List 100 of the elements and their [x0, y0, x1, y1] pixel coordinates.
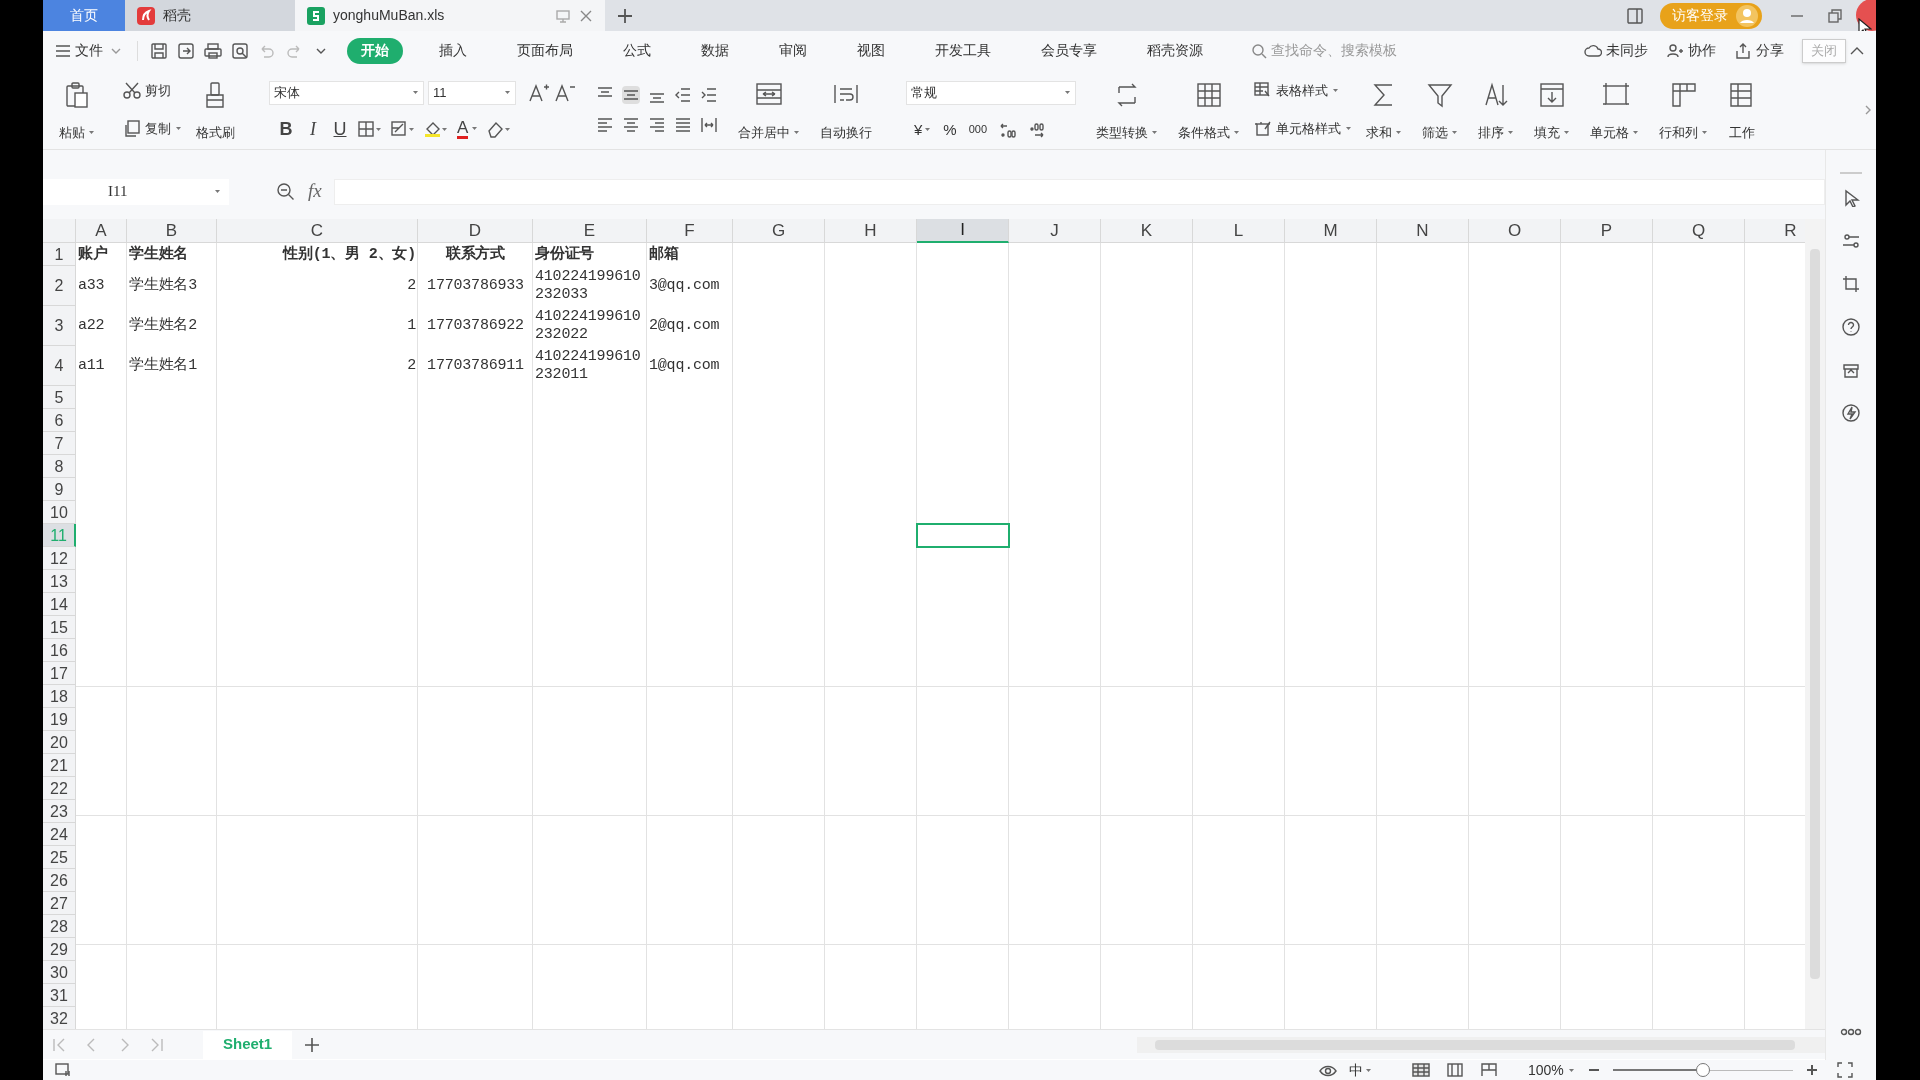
- format-button[interactable]: B: [277, 119, 295, 138]
- column-header[interactable]: E: [533, 219, 647, 243]
- row-header[interactable]: 28: [43, 915, 76, 938]
- name-box[interactable]: I11: [43, 178, 229, 205]
- row-header[interactable]: 25: [43, 846, 76, 869]
- row-header[interactable]: 2: [43, 266, 76, 306]
- row-header[interactable]: 3: [43, 306, 76, 346]
- chevron-right-icon[interactable]: [1864, 103, 1872, 116]
- row-header[interactable]: 15: [43, 616, 76, 639]
- row-header[interactable]: 16: [43, 639, 76, 662]
- ribbon-button[interactable]: 行和列: [1652, 76, 1715, 143]
- column-header[interactable]: B: [127, 219, 217, 243]
- layout-icon[interactable]: [1626, 6, 1644, 25]
- ribbon-button[interactable]: 粘贴: [52, 76, 102, 143]
- font-size-dropdown[interactable]: 11: [428, 80, 516, 105]
- menu-tab[interactable]: 公式: [609, 37, 665, 64]
- column-header[interactable]: M: [1285, 219, 1377, 243]
- tab[interactable]: 首页: [43, 0, 125, 31]
- pointer-icon[interactable]: [1842, 189, 1860, 207]
- menu-tab[interactable]: 审阅: [765, 37, 821, 64]
- ribbon-button[interactable]: 单元格样式: [1254, 119, 1352, 139]
- restore-icon[interactable]: [1828, 8, 1842, 23]
- row-header[interactable]: 5: [43, 386, 76, 409]
- slider-thumb[interactable]: [1695, 1063, 1710, 1077]
- store-icon[interactable]: [1842, 361, 1860, 379]
- more-icon[interactable]: [1840, 1028, 1862, 1036]
- page-layout-view-icon[interactable]: [1446, 1063, 1464, 1077]
- toolbar-button[interactable]: 未同步: [1584, 40, 1648, 61]
- row-header[interactable]: 17: [43, 662, 76, 685]
- normal-view-icon[interactable]: [1412, 1063, 1430, 1077]
- row-header[interactable]: 24: [43, 823, 76, 846]
- page-break-view-icon[interactable]: [1480, 1063, 1498, 1077]
- number-format-button[interactable]: 000: [968, 124, 988, 135]
- row-header[interactable]: 13: [43, 570, 76, 593]
- format-button[interactable]: I: [304, 119, 322, 138]
- row-header[interactable]: 14: [43, 593, 76, 616]
- row-header[interactable]: 19: [43, 708, 76, 731]
- collapse-icon[interactable]: [1850, 45, 1864, 56]
- ribbon-button[interactable]: 类型转换: [1089, 76, 1165, 143]
- export-icon[interactable]: [177, 41, 195, 60]
- row-header[interactable]: 31: [43, 984, 76, 1007]
- ribbon-button[interactable]: 填充: [1527, 76, 1577, 143]
- toolbar-button[interactable]: 协作: [1666, 40, 1716, 61]
- column-header[interactable]: H: [825, 219, 917, 243]
- macro-icon[interactable]: [55, 1063, 71, 1077]
- column-header[interactable]: F: [647, 219, 733, 243]
- row-header[interactable]: 1: [43, 243, 76, 266]
- row-header[interactable]: 7: [43, 432, 76, 455]
- zoom-slider[interactable]: [1612, 1063, 1793, 1077]
- row-header[interactable]: 32: [43, 1007, 76, 1029]
- ribbon-button[interactable]: 条件格式: [1171, 76, 1247, 143]
- column-header[interactable]: K: [1101, 219, 1193, 243]
- column-header[interactable]: P: [1561, 219, 1653, 243]
- close-icon[interactable]: [1854, 0, 1876, 31]
- search-icon[interactable]: [1251, 42, 1267, 59]
- row-header[interactable]: 12: [43, 547, 76, 570]
- justify-icon[interactable]: [674, 115, 692, 134]
- row-header[interactable]: 18: [43, 685, 76, 708]
- menu-tab[interactable]: 数据: [687, 37, 743, 64]
- menu-tab[interactable]: 开发工具: [921, 37, 1005, 64]
- row-header[interactable]: 23: [43, 800, 76, 823]
- align-right-icon[interactable]: [648, 115, 666, 134]
- row-header[interactable]: 4: [43, 346, 76, 386]
- tab[interactable]: 稻壳: [125, 0, 295, 31]
- row-header[interactable]: 20: [43, 731, 76, 754]
- format-button[interactable]: U: [331, 119, 349, 138]
- number-format-button[interactable]: %: [943, 122, 957, 137]
- menu-tab[interactable]: 会员专享: [1027, 37, 1111, 64]
- toolbar-button[interactable]: 分享: [1734, 40, 1784, 61]
- column-header[interactable]: J: [1009, 219, 1101, 243]
- row-header[interactable]: 22: [43, 777, 76, 800]
- column-header[interactable]: C: [217, 219, 418, 243]
- font-grow-icon[interactable]: [528, 82, 550, 103]
- row-header[interactable]: 26: [43, 869, 76, 892]
- print-preview-icon[interactable]: [231, 41, 249, 60]
- ribbon-button[interactable]: 筛选: [1415, 76, 1465, 143]
- borders-icon[interactable]: [358, 119, 382, 138]
- eraser-icon[interactable]: [487, 119, 512, 138]
- add-sheet-icon[interactable]: [304, 1036, 321, 1053]
- zoom-icon[interactable]: [276, 181, 296, 202]
- ribbon-button[interactable]: 求和: [1359, 76, 1409, 143]
- horizontal-scrollbar[interactable]: [1137, 1036, 1825, 1053]
- menu-tab[interactable]: 插入: [425, 37, 481, 64]
- menu-tab[interactable]: 稻壳资源: [1133, 37, 1217, 64]
- align-middle-icon[interactable]: [622, 85, 640, 104]
- number-format-button[interactable]: ¥: [914, 122, 932, 137]
- input-mode-button[interactable]: 中: [1349, 1059, 1372, 1080]
- font-dropdown[interactable]: 宋体: [269, 80, 424, 105]
- crop-icon[interactable]: [1842, 275, 1860, 293]
- ribbon-button[interactable]: 排序: [1471, 76, 1521, 143]
- row-header[interactable]: 6: [43, 409, 76, 432]
- save-icon[interactable]: [150, 41, 168, 60]
- row-header[interactable]: 30: [43, 961, 76, 984]
- lightning-icon[interactable]: [1842, 404, 1860, 422]
- ribbon-button[interactable]: 自动换行: [813, 76, 879, 143]
- ribbon-button[interactable]: 剪切: [123, 80, 182, 100]
- eye-icon[interactable]: [1319, 1063, 1337, 1077]
- ribbon-button[interactable]: 格式刷: [189, 76, 242, 143]
- number-format-dropdown[interactable]: 常规: [906, 80, 1076, 105]
- align-left-icon[interactable]: [596, 115, 614, 134]
